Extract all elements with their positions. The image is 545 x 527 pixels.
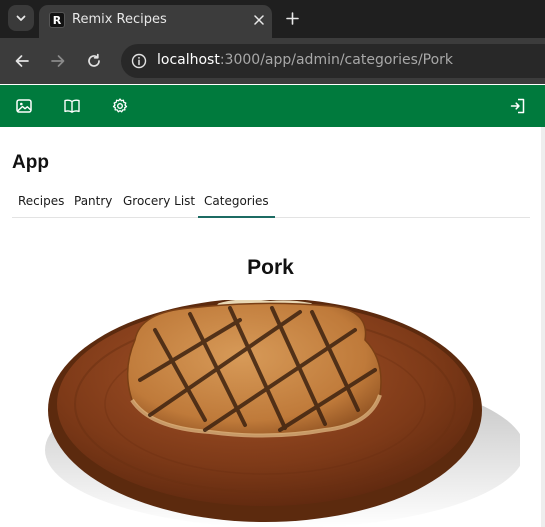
tab-pantry[interactable]: Pantry (68, 190, 118, 218)
logout-icon (510, 98, 525, 114)
gear-icon (112, 98, 128, 113)
scrollbar-track[interactable] (541, 127, 545, 527)
category-image (45, 300, 520, 527)
chevron-down-icon (16, 15, 26, 21)
close-icon (254, 15, 264, 25)
arrow-right-icon (51, 55, 65, 67)
plus-icon (285, 11, 299, 25)
browser-tab-strip: R Remix Recipes (0, 0, 545, 38)
url-path: :3000/app/admin/categories/Pork (219, 52, 454, 68)
tab-close-button[interactable] (250, 11, 268, 29)
reload-button[interactable] (83, 50, 105, 72)
app-header (0, 85, 545, 127)
browser-toolbar: localhost:3000/app/admin/categories/Pork (0, 38, 545, 84)
app-nav-tabs: Recipes Pantry Grocery List Categories (12, 190, 530, 218)
tab-categories[interactable]: Categories (198, 190, 275, 218)
new-tab-button[interactable] (282, 8, 302, 28)
book-icon (64, 99, 80, 113)
url-text: localhost:3000/app/admin/categories/Pork (157, 52, 453, 68)
back-button[interactable] (11, 50, 33, 72)
category-title: Pork (247, 256, 294, 279)
image-icon (16, 99, 32, 113)
discover-nav-button[interactable] (62, 96, 82, 116)
remix-favicon-icon: R (49, 12, 65, 28)
tab-recipes[interactable]: Recipes (12, 190, 70, 218)
tab-title: Remix Recipes (72, 12, 167, 27)
page-title: App (12, 152, 49, 173)
address-bar[interactable]: localhost:3000/app/admin/categories/Pork (121, 44, 545, 78)
tab-search-button[interactable] (8, 5, 34, 31)
recipes-nav-button[interactable] (14, 96, 34, 116)
arrow-left-icon (15, 55, 29, 67)
settings-nav-button[interactable] (110, 96, 130, 116)
reload-icon (88, 53, 100, 67)
tab-grocery-list[interactable]: Grocery List (117, 190, 201, 218)
site-info-button[interactable] (129, 51, 149, 71)
browser-tab[interactable]: R Remix Recipes (39, 5, 272, 38)
info-icon (131, 53, 147, 69)
logout-button[interactable] (508, 96, 528, 116)
url-host: localhost (157, 52, 220, 68)
forward-button[interactable] (47, 50, 69, 72)
